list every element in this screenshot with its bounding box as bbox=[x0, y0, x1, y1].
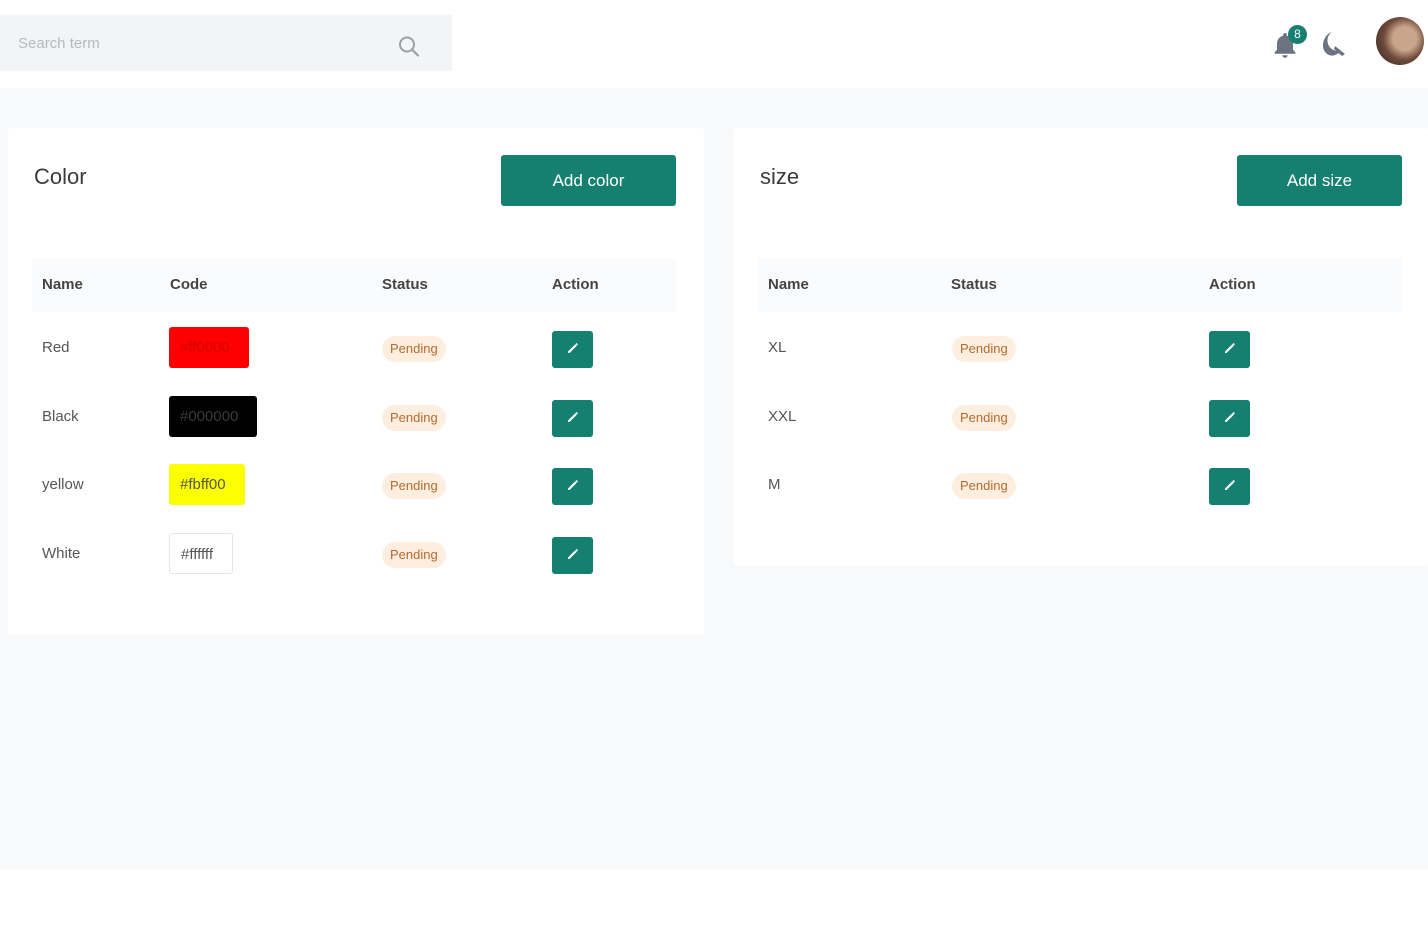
search-box bbox=[0, 15, 452, 71]
search-input[interactable] bbox=[18, 15, 388, 71]
add-size-button[interactable]: Add size bbox=[1237, 155, 1402, 206]
status-badge: Pending bbox=[382, 405, 446, 431]
size-name: M bbox=[768, 476, 781, 493]
edit-button[interactable] bbox=[552, 400, 593, 437]
status-badge: Pending bbox=[382, 336, 446, 362]
color-name: Red bbox=[42, 339, 70, 356]
status-badge: Pending bbox=[952, 473, 1016, 499]
footer-area bbox=[0, 870, 1428, 952]
column-header-name: Name bbox=[42, 276, 83, 293]
color-card: Color Add color Name Code Status Action … bbox=[8, 128, 704, 635]
color-name: Black bbox=[42, 408, 79, 425]
size-card-title: size bbox=[760, 164, 800, 189]
column-header-status: Status bbox=[951, 276, 997, 293]
edit-button[interactable] bbox=[1209, 400, 1250, 437]
edit-button[interactable] bbox=[1209, 331, 1250, 368]
column-header-action: Action bbox=[552, 276, 599, 293]
pencil-icon bbox=[566, 410, 580, 427]
notification-count-badge: 8 bbox=[1288, 25, 1307, 44]
edit-button[interactable] bbox=[552, 537, 593, 574]
moon-icon[interactable] bbox=[1322, 30, 1348, 58]
status-badge: Pending bbox=[952, 336, 1016, 362]
status-badge: Pending bbox=[382, 542, 446, 568]
search-icon[interactable] bbox=[398, 36, 420, 63]
status-badge: Pending bbox=[382, 473, 446, 499]
edit-button[interactable] bbox=[552, 468, 593, 505]
color-code-swatch: #ffffff bbox=[169, 533, 233, 574]
column-header-name: Name bbox=[768, 276, 809, 293]
pencil-icon bbox=[566, 341, 580, 358]
column-header-code: Code bbox=[170, 276, 208, 293]
edit-button[interactable] bbox=[1209, 468, 1250, 505]
pencil-icon bbox=[1223, 341, 1237, 358]
top-bar: 8 bbox=[0, 0, 1428, 88]
status-badge: Pending bbox=[952, 405, 1016, 431]
pencil-icon bbox=[566, 547, 580, 564]
add-color-button[interactable]: Add color bbox=[501, 155, 676, 206]
column-header-status: Status bbox=[382, 276, 428, 293]
size-table-header: Name Status Action bbox=[758, 258, 1402, 312]
pencil-icon bbox=[1223, 478, 1237, 495]
size-name: XXL bbox=[768, 408, 797, 425]
color-name: White bbox=[42, 545, 81, 562]
size-name: XL bbox=[768, 339, 787, 356]
color-code-swatch: #ff0000 bbox=[169, 327, 249, 368]
pencil-icon bbox=[1223, 410, 1237, 427]
color-card-title: Color bbox=[34, 164, 87, 189]
color-code-swatch: #fbff00 bbox=[169, 464, 245, 505]
column-header-action: Action bbox=[1209, 276, 1256, 293]
avatar[interactable] bbox=[1376, 17, 1424, 65]
color-name: yellow bbox=[42, 476, 84, 493]
pencil-icon bbox=[566, 478, 580, 495]
color-table-header: Name Code Status Action bbox=[32, 258, 676, 312]
color-code-swatch: #000000 bbox=[169, 396, 257, 437]
size-card: size Add size Name Status Action XL Pend… bbox=[734, 128, 1428, 566]
edit-button[interactable] bbox=[552, 331, 593, 368]
